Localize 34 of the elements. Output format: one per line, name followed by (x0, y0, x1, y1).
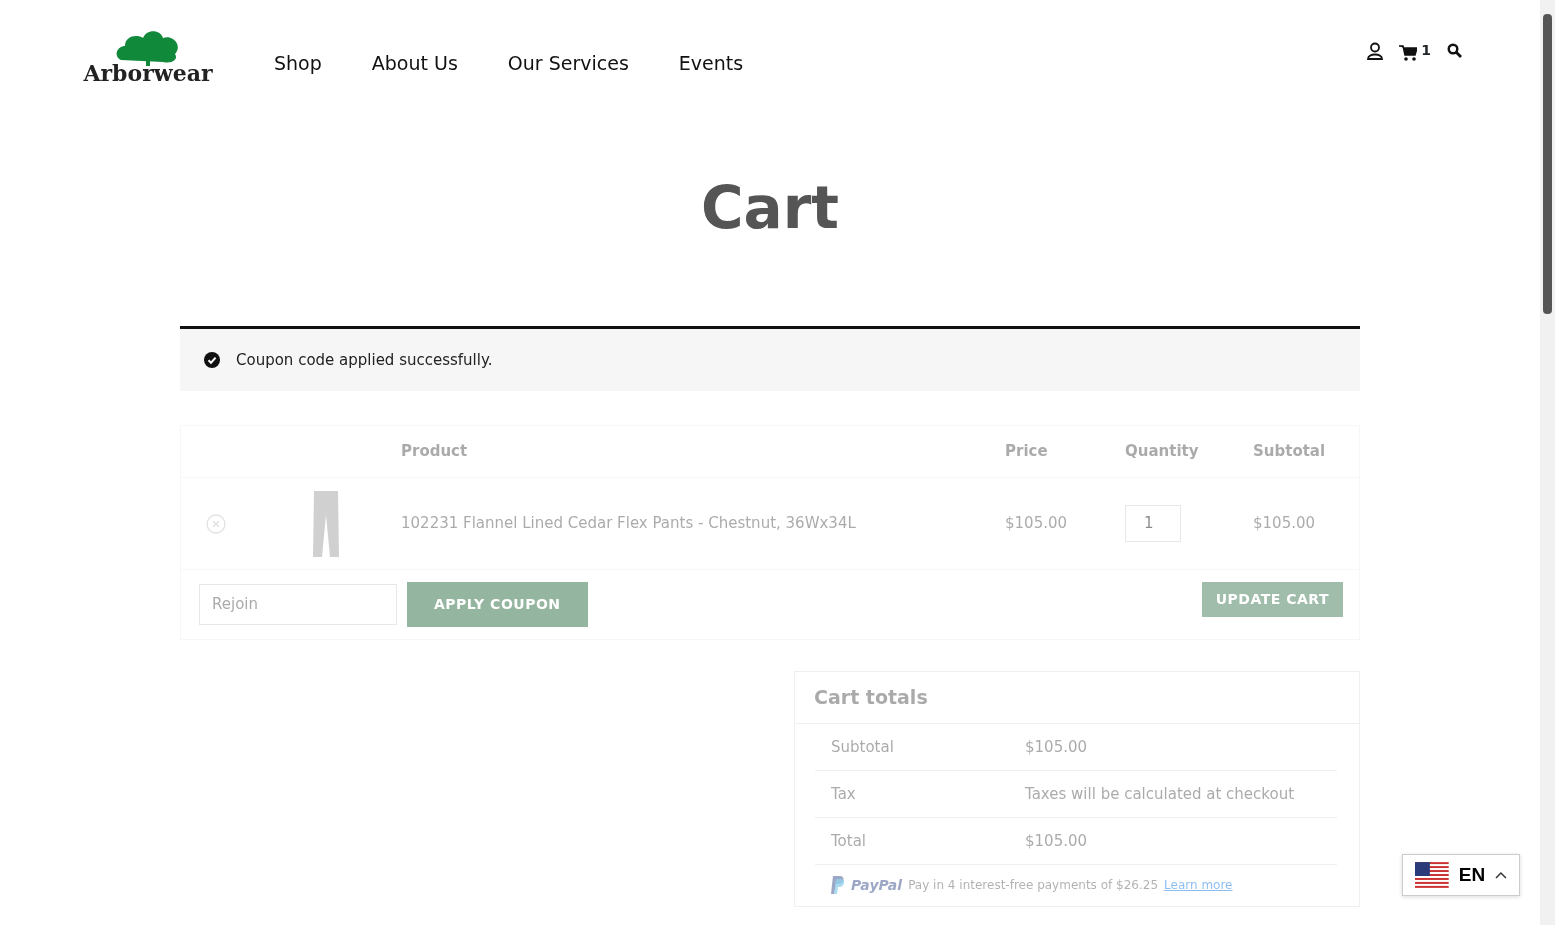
paypal-icon (831, 876, 845, 895)
column-header: Quantity (1125, 441, 1200, 463)
column-header: Product (401, 441, 469, 463)
us-flag-icon (1415, 862, 1449, 888)
nav-link[interactable]: Our Services (507, 48, 629, 78)
total-label: Subtotal (830, 736, 895, 758)
user-icon[interactable] (1367, 41, 1384, 60)
check-circle-icon (204, 351, 220, 368)
notice-message: Coupon code applied successfully. (236, 349, 493, 371)
cart-link[interactable]: 1 (1399, 40, 1431, 61)
language-code: EN (1458, 862, 1486, 887)
total-value: $105.00 (1025, 830, 1088, 852)
column-header: Price (1005, 441, 1049, 463)
subtotal-cell-text: $105.00 (1253, 513, 1317, 535)
total-label: Total (830, 830, 868, 852)
nav-link[interactable]: Events (678, 48, 744, 78)
total-value: Taxes will be calculated at checkout (1025, 783, 1295, 805)
scrollbar[interactable] (1540, 0, 1555, 925)
cart-icon (1399, 45, 1418, 61)
total-value: $105.00 (1025, 736, 1088, 758)
cart-count: 1 (1421, 41, 1431, 60)
logo-text: Arborwear (83, 62, 213, 84)
paypal-message: Pay in 4 interest-free payments of $26.25 (908, 877, 1159, 895)
language-selector[interactable]: EN (1402, 854, 1520, 896)
search-icon[interactable] (1447, 43, 1462, 58)
cart-totals-title: Cart totals (795, 672, 1359, 724)
paypal-logo-text: PayPal (851, 875, 903, 895)
column-header: Subtotal (1253, 441, 1327, 463)
logo[interactable]: Arborwear (78, 26, 218, 84)
page-title: Cart (699, 174, 840, 244)
price-cell-text: $105.00 (1005, 513, 1069, 535)
total-label: Tax (830, 783, 857, 805)
nav-link[interactable]: About Us (371, 48, 458, 78)
nav-link[interactable]: Shop (274, 48, 322, 78)
